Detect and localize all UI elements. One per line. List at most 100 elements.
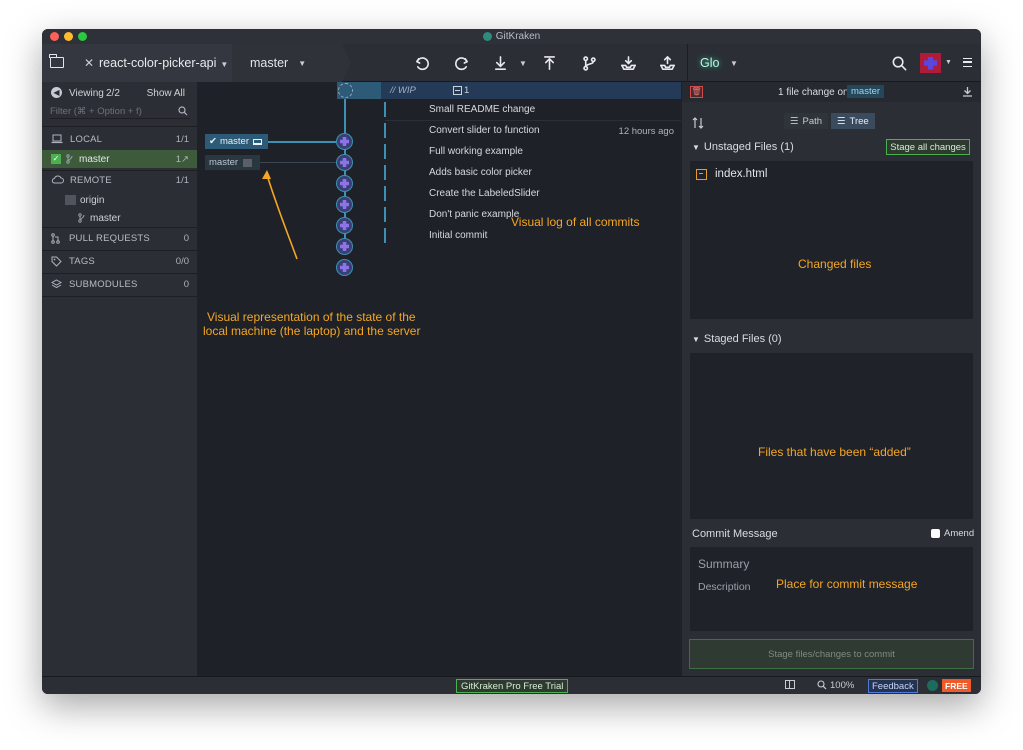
show-all-link[interactable]: Show All bbox=[147, 88, 185, 99]
local-branch-label[interactable]: ✔ master bbox=[205, 134, 268, 149]
commit-message-label: Commit Message bbox=[692, 528, 778, 540]
pro-trial-button[interactable]: GitKraken Pro Free Trial bbox=[456, 679, 569, 693]
close-window-button[interactable] bbox=[50, 32, 59, 41]
minimize-window-button[interactable] bbox=[64, 32, 73, 41]
gitkraken-logo-icon bbox=[482, 32, 492, 41]
toolbar: ✕ react-color-picker-api ▼ master ▼ ▼ Gl… bbox=[42, 44, 981, 82]
window-title: GitKraken bbox=[495, 31, 541, 42]
remote-branch-master[interactable]: master bbox=[42, 209, 197, 227]
commit-section: Commit Message Amend Summary Description… bbox=[682, 519, 981, 676]
wip-count: 1 bbox=[464, 85, 470, 96]
branch-connector bbox=[268, 141, 336, 143]
commit-avatar bbox=[336, 259, 353, 276]
tree-view-toggle[interactable]: ☰ Tree bbox=[831, 113, 875, 129]
commit-message: Adds basic color picker bbox=[429, 167, 532, 178]
wip-row[interactable] bbox=[337, 82, 681, 99]
cloud-icon bbox=[51, 175, 64, 184]
stage-commit-button[interactable]: Stage files/changes to commit bbox=[689, 639, 974, 669]
commit-avatar bbox=[336, 238, 353, 255]
tree-label: Tree bbox=[849, 115, 869, 127]
local-branch-name: master bbox=[79, 153, 110, 165]
branch-selector[interactable]: master ▼ bbox=[232, 44, 342, 82]
staged-label: Staged Files (0) bbox=[703, 333, 782, 345]
commit-message: Small README change bbox=[429, 104, 536, 115]
section-submodules[interactable]: SUBMODULES 0 bbox=[42, 274, 197, 295]
undo-icon[interactable] bbox=[413, 54, 431, 72]
commit-avatar bbox=[336, 217, 353, 234]
branch-name: master bbox=[250, 56, 289, 70]
glo-chevron-icon[interactable]: ▼ bbox=[730, 59, 738, 68]
folder-icon[interactable] bbox=[49, 54, 64, 68]
back-arrow-icon[interactable]: ◀ bbox=[51, 87, 62, 98]
remote-origin[interactable]: origin bbox=[42, 191, 197, 209]
unstaged-label: Unstaged Files (1) bbox=[703, 141, 794, 153]
annotation-commit-message: Place for commit message bbox=[776, 577, 918, 591]
origin-label: origin bbox=[80, 194, 105, 206]
breadcrumb-separator bbox=[342, 44, 351, 82]
zoom-icon[interactable] bbox=[817, 680, 827, 690]
redo-icon[interactable] bbox=[452, 54, 470, 72]
window-controls bbox=[50, 32, 87, 41]
commit-message: Don't panic example bbox=[429, 209, 520, 220]
amend-checkbox[interactable] bbox=[931, 529, 940, 538]
changes-summary: 1 file change on bbox=[778, 87, 849, 98]
path-view-toggle[interactable]: ☰ Path bbox=[784, 113, 829, 129]
feedback-button[interactable]: Feedback bbox=[868, 679, 918, 693]
commit-message-input[interactable]: Summary Description Place for commit mes… bbox=[690, 547, 973, 631]
section-pull-requests[interactable]: PULL REQUESTS 0 bbox=[42, 228, 197, 249]
laptop-icon bbox=[51, 134, 63, 144]
download-icon[interactable] bbox=[962, 86, 973, 97]
free-badge[interactable]: FREE bbox=[942, 679, 971, 692]
remote-branch-name: master bbox=[90, 212, 121, 224]
section-local[interactable]: LOCAL 1/1 bbox=[42, 130, 197, 148]
commit-avatar bbox=[336, 154, 353, 171]
local-branch-master[interactable]: ✓ master 1↗ bbox=[42, 150, 197, 168]
push-icon[interactable] bbox=[540, 54, 558, 72]
chevron-down-icon: ▼ bbox=[298, 58, 307, 68]
submodules-label: SUBMODULES bbox=[69, 279, 138, 290]
changes-header: 🗑 1 file change on master bbox=[682, 82, 981, 102]
remote-branch-label[interactable]: master bbox=[205, 155, 260, 170]
unstaged-header[interactable]: ▼ Unstaged Files (1) bbox=[692, 141, 794, 153]
local-branch-label-text: master bbox=[219, 136, 250, 147]
glo-button[interactable]: Glo bbox=[700, 56, 719, 70]
pop-stash-icon[interactable] bbox=[658, 54, 676, 72]
commit-row[interactable]: Full working example bbox=[384, 141, 681, 162]
gift-icon[interactable] bbox=[785, 680, 795, 689]
sort-icon[interactable] bbox=[692, 117, 704, 129]
stage-all-button[interactable]: Stage all changes bbox=[886, 139, 970, 155]
pull-icon[interactable] bbox=[491, 54, 509, 72]
layers-icon bbox=[51, 279, 62, 289]
annotation-arrow-icon bbox=[262, 170, 298, 260]
staged-files-list: Files that have been “added” bbox=[690, 353, 973, 519]
stash-icon[interactable] bbox=[619, 54, 637, 72]
zoom-window-button[interactable] bbox=[78, 32, 87, 41]
filter-input[interactable]: Filter (⌘ + Option + f) bbox=[50, 104, 190, 119]
commit-row[interactable]: Adds basic color picker bbox=[384, 162, 681, 183]
search-icon[interactable] bbox=[890, 54, 908, 72]
commit-row[interactable]: Small README change bbox=[384, 99, 681, 120]
title-bar: GitKraken bbox=[42, 29, 981, 44]
commit-avatar bbox=[336, 175, 353, 192]
commit-row[interactable]: Convert slider to function 12 hours ago bbox=[384, 120, 681, 141]
staged-header[interactable]: ▼ Staged Files (0) bbox=[692, 333, 782, 345]
menu-icon[interactable] bbox=[963, 58, 972, 67]
repo-tab[interactable]: ✕ react-color-picker-api ▼ bbox=[42, 44, 232, 82]
avatar-chevron-icon[interactable]: ▼ bbox=[945, 59, 952, 66]
close-repo-icon[interactable]: ✕ bbox=[84, 56, 94, 70]
file-row[interactable]: index.html bbox=[696, 167, 767, 181]
checkout-check-icon: ✓ bbox=[51, 154, 61, 164]
avatar[interactable] bbox=[920, 53, 941, 73]
trash-icon[interactable]: 🗑 bbox=[690, 86, 703, 98]
section-tags[interactable]: TAGS 0/0 bbox=[42, 251, 197, 272]
section-remote[interactable]: REMOTE 1/1 bbox=[42, 171, 197, 189]
description-field[interactable]: Description bbox=[698, 581, 751, 593]
pull-options-chevron-icon[interactable]: ▼ bbox=[519, 59, 527, 68]
summary-field[interactable]: Summary bbox=[698, 557, 749, 571]
local-label: LOCAL bbox=[70, 133, 103, 145]
wip-node-icon bbox=[338, 83, 353, 98]
branch-icon[interactable] bbox=[580, 54, 598, 72]
tags-label: TAGS bbox=[69, 256, 95, 267]
viewing-count: 2/2 bbox=[106, 87, 120, 99]
commit-row[interactable]: Create the LabeledSlider bbox=[384, 183, 681, 204]
